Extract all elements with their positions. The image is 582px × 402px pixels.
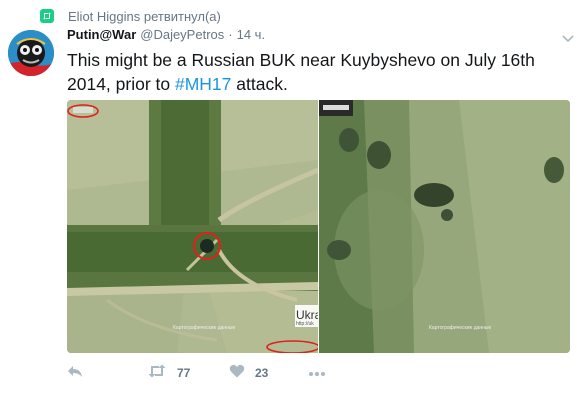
tweet-timestamp[interactable]: 14 ч.: [237, 27, 265, 42]
right-watermark: Картографические данные: [429, 325, 492, 331]
retweet-context-text[interactable]: Eliot Higgins ретвитнул(а): [68, 9, 221, 24]
left-url-sub: http://uk: [296, 321, 314, 327]
reply-button[interactable]: [67, 362, 83, 384]
header-separator: ·: [228, 27, 233, 42]
author-name[interactable]: Putin@War: [67, 27, 136, 42]
like-count: 23: [255, 366, 269, 380]
chevron-down-icon[interactable]: [562, 30, 574, 48]
more-button[interactable]: [308, 362, 326, 384]
like-button[interactable]: 23: [229, 362, 268, 384]
tweet-header: Putin@War @DajeyPetros · 14 ч.: [67, 27, 265, 42]
left-url-label: Ukra: [296, 308, 318, 322]
retweet-icon: [40, 9, 54, 23]
tweet-text: This might be a Russian BUK near Kuybysh…: [67, 48, 567, 96]
author-handle[interactable]: @DajeyPetros: [140, 27, 224, 42]
left-watermark: Картографические данные: [173, 325, 236, 331]
tweet-text-body: This might be a Russian BUK near Kuybysh…: [67, 50, 535, 94]
satellite-photo-left[interactable]: Ukra http://uk Картографические данные: [67, 100, 322, 353]
tweet-actions: 77 23: [67, 362, 367, 384]
heart-icon: [229, 364, 245, 383]
retweet-button[interactable]: 77: [147, 362, 190, 384]
retweet-icon: [147, 364, 167, 383]
avatar[interactable]: [8, 30, 54, 76]
satellite-photo-right[interactable]: Картографические данные: [319, 100, 570, 353]
retweet-context: Eliot Higgins ретвитнул(а): [40, 8, 221, 24]
hashtag-link[interactable]: #MH17: [175, 74, 231, 94]
tweet-text-tail: attack.: [231, 74, 288, 94]
reply-icon: [67, 364, 83, 383]
more-dots-icon: [308, 364, 326, 382]
retweet-count: 77: [177, 366, 191, 380]
tweet-media: Ukra http://uk Картографические данные К…: [67, 100, 570, 353]
